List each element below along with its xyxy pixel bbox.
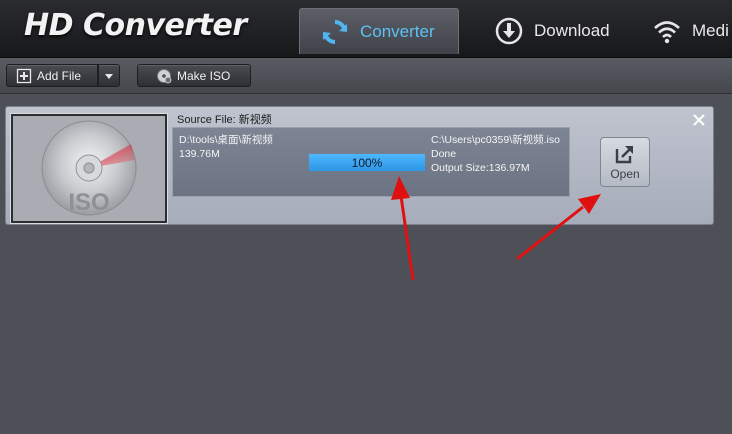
refresh-icon (323, 19, 347, 44)
conversion-info-panel: D:\tools\桌面\新视频 139.76M 100% C:\Users\pc… (172, 127, 570, 197)
make-iso-label: Make ISO (177, 68, 231, 83)
disc-icon (157, 68, 172, 83)
tab-converter[interactable]: Converter (299, 8, 459, 54)
iso-thumbnail: ISO (11, 114, 167, 223)
app-title: HD Converter (24, 8, 247, 43)
progress-bar: 100% (309, 154, 425, 171)
progress-text: 100% (351, 155, 383, 170)
toolbar: Add File Make ISO (0, 58, 732, 94)
tab-media[interactable]: Medi (652, 8, 732, 54)
top-bar: HD Converter Converter Download Medi (0, 0, 732, 58)
open-label: Open (610, 167, 640, 181)
source-path: D:\tools\桌面\新视频 (179, 134, 273, 146)
iso-disc-icon: ISO (41, 120, 137, 216)
output-size: Output Size:136.97M (431, 162, 530, 174)
close-icon[interactable] (692, 113, 706, 127)
add-file-dropdown[interactable] (98, 64, 120, 87)
add-file-icon (16, 68, 32, 83)
source-size: 139.76M (179, 148, 220, 160)
wifi-icon (654, 21, 680, 44)
chevron-down-icon (105, 73, 113, 79)
task-item: ISO Source File: 新视频 D:\tools\桌面\新视频 139… (5, 106, 714, 225)
tab-label: Medi (692, 21, 729, 40)
status-text: Done (431, 148, 457, 160)
thumb-label: ISO (68, 189, 109, 216)
download-icon (495, 17, 523, 45)
make-iso-button[interactable]: Make ISO (137, 64, 251, 87)
add-file-button[interactable]: Add File (6, 64, 98, 87)
open-external-icon (615, 146, 633, 164)
output-path: C:\Users\pc0359\新视频.iso (431, 134, 560, 146)
tab-download[interactable]: Download (494, 8, 634, 54)
tab-label: Converter (360, 21, 435, 41)
source-file-label: Source File: 新视频 (177, 114, 272, 126)
add-file-label: Add File (37, 68, 82, 83)
open-button[interactable]: Open (600, 137, 650, 187)
tab-label: Download (534, 21, 610, 40)
